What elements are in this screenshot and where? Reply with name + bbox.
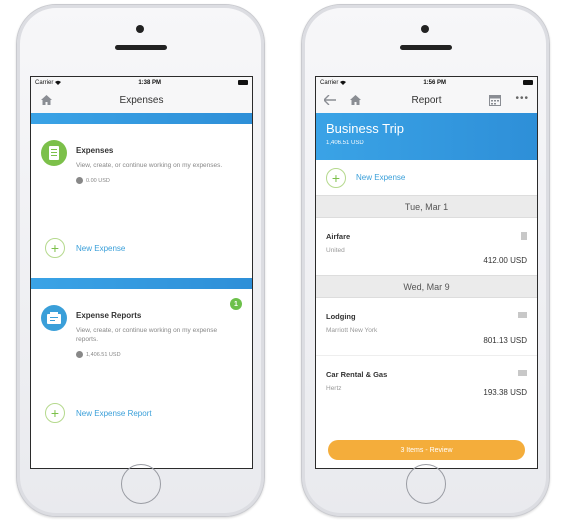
new-expense-report-button[interactable]: + New Expense Report — [31, 383, 252, 443]
new-expense-button[interactable]: + New Expense — [316, 160, 537, 195]
nav-bar: Report ••• — [316, 88, 537, 113]
carrier-text: Carrier — [320, 79, 339, 86]
carrier-text: Carrier — [35, 79, 54, 86]
amount-text: 0.00 USD — [86, 177, 110, 184]
coin-icon — [76, 177, 83, 184]
section-divider — [31, 113, 252, 124]
nav-bar: Expenses — [31, 88, 252, 113]
expense-title: Lodging — [326, 312, 356, 321]
status-bar: Carrier 1:38 PM — [31, 77, 252, 88]
reports-icon — [41, 305, 67, 331]
calendar-icon[interactable] — [489, 95, 501, 106]
camera — [421, 25, 429, 33]
section-divider — [31, 278, 252, 289]
amount-text: 1,406.51 USD — [86, 351, 121, 358]
speaker-grille — [115, 45, 167, 50]
expense-vendor: United — [326, 247, 345, 254]
report-total: 1,406.51 USD — [326, 140, 364, 146]
home-button[interactable] — [406, 464, 446, 504]
receipt-icon — [521, 232, 527, 240]
notification-badge: 1 — [230, 298, 242, 310]
left-screen: Carrier 1:38 PM Expenses Expenses View, … — [30, 76, 253, 469]
right-screen: Carrier 1:56 PM Report ••• Business Trip… — [315, 76, 538, 469]
coin-icon — [76, 351, 83, 358]
wifi-icon — [55, 80, 62, 85]
section-description: View, create, or continue working on my … — [76, 162, 223, 169]
speaker-grille — [400, 45, 452, 50]
expense-title: Car Rental & Gas — [326, 370, 388, 379]
left-phone: Carrier 1:38 PM Expenses Expenses View, … — [16, 4, 265, 517]
new-expense-label: New Expense — [76, 243, 126, 253]
carrier-label: Carrier — [320, 79, 347, 86]
battery-icon — [238, 80, 248, 85]
home-icon[interactable] — [41, 95, 52, 105]
back-arrow-icon[interactable] — [324, 95, 336, 105]
section-amount: 0.00 USD — [76, 177, 242, 184]
expense-item[interactable]: Lodging Marriott New York 801.13 USD — [316, 298, 537, 355]
battery-icon — [523, 80, 533, 85]
expense-vendor: Marriott New York — [326, 327, 378, 334]
wifi-icon — [340, 80, 347, 85]
section-title: Expense Reports — [76, 311, 142, 320]
card-icon — [518, 312, 527, 318]
new-expense-button[interactable]: + New Expense — [31, 218, 252, 278]
review-button[interactable]: 3 Items - Review — [328, 440, 525, 460]
plus-icon: + — [45, 403, 65, 423]
expense-amount: 801.13 USD — [483, 336, 527, 345]
page-title: Expenses — [119, 95, 164, 106]
status-time: 1:56 PM — [423, 79, 447, 86]
status-bar: Carrier 1:56 PM — [316, 77, 537, 88]
date-header: Tue, Mar 1 — [316, 195, 537, 218]
plus-icon: + — [45, 238, 65, 258]
section-description: View, create, or continue working on my … — [76, 327, 218, 343]
right-phone: Carrier 1:56 PM Report ••• Business Trip… — [301, 4, 550, 517]
section-title: Expenses — [76, 146, 114, 155]
receipt-icon — [41, 140, 67, 166]
new-expense-report-label: New Expense Report — [76, 408, 152, 418]
date-header: Wed, Mar 9 — [316, 275, 537, 298]
status-time: 1:38 PM — [138, 79, 162, 86]
expense-amount: 412.00 USD — [483, 256, 527, 265]
page-title: Report — [411, 95, 442, 106]
expense-item[interactable]: Airfare United 412.00 USD — [316, 218, 537, 275]
expenses-section[interactable]: Expenses View, create, or continue worki… — [31, 124, 252, 218]
expense-title: Airfare — [326, 232, 351, 241]
plus-icon: + — [326, 167, 346, 188]
carrier-label: Carrier — [35, 79, 62, 86]
new-expense-label: New Expense — [356, 173, 406, 182]
expense-amount: 193.38 USD — [483, 388, 527, 397]
card-icon — [518, 370, 527, 376]
report-title: Business Trip — [326, 121, 405, 136]
home-icon[interactable] — [350, 95, 361, 105]
section-amount: 1,406.51 USD — [76, 351, 242, 358]
expense-reports-section[interactable]: 1 Expense Reports View, create, or conti… — [31, 289, 252, 383]
expense-item[interactable]: Car Rental & Gas Hertz 193.38 USD — [316, 355, 537, 407]
home-button[interactable] — [121, 464, 161, 504]
camera — [136, 25, 144, 33]
more-icon[interactable]: ••• — [515, 93, 529, 104]
report-header: Business Trip 1,406.51 USD — [316, 113, 537, 160]
